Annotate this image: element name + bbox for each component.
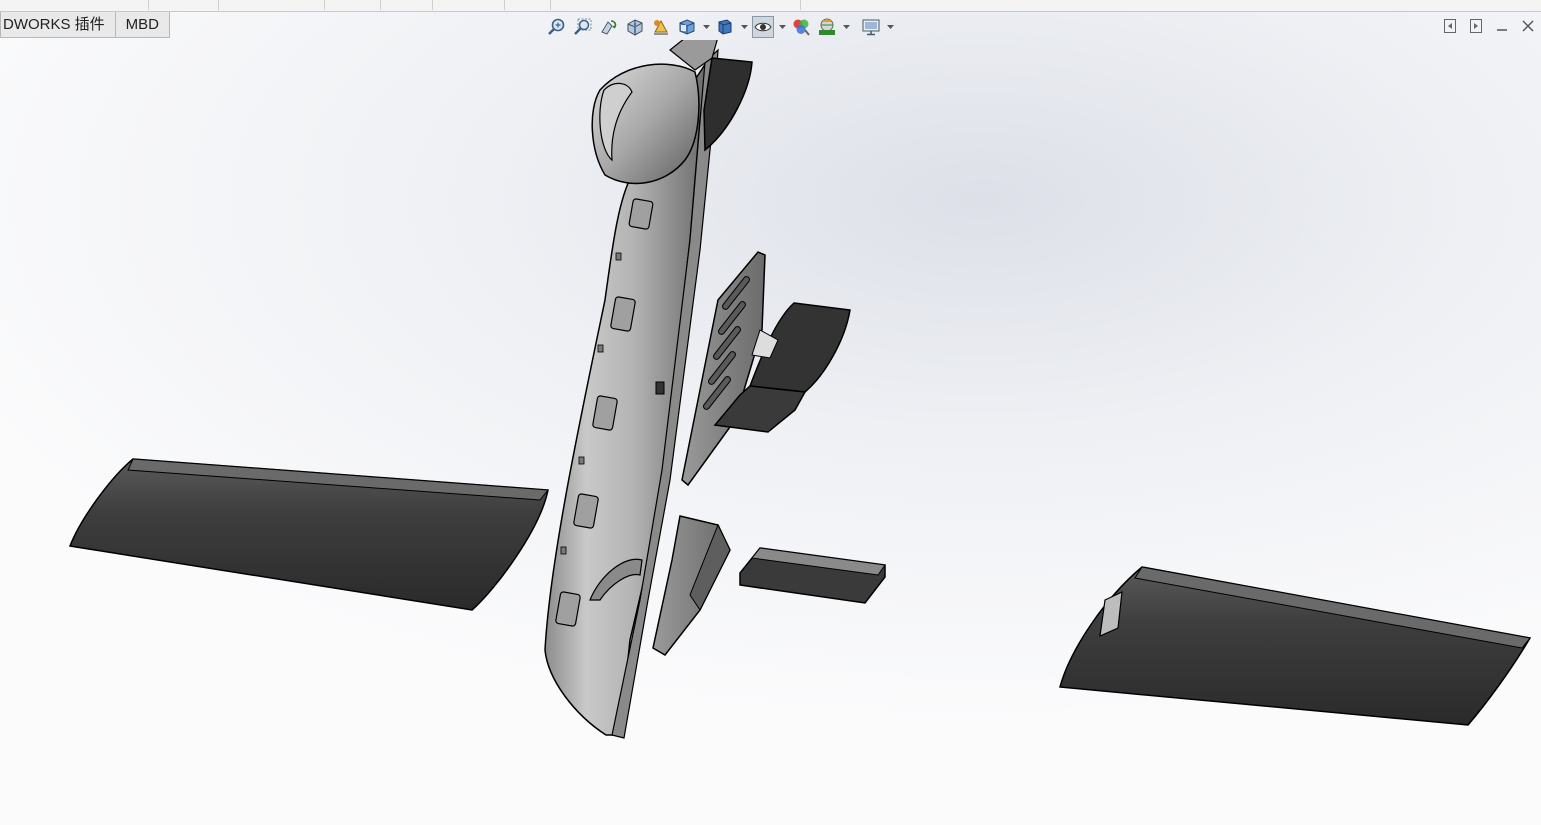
nose-cone[interactable] — [591, 40, 753, 185]
strip-divider — [218, 0, 219, 10]
tab-mbd[interactable]: MBD — [115, 12, 171, 38]
strip-divider — [800, 0, 801, 10]
chevron-down-icon[interactable] — [886, 16, 894, 38]
strip-divider — [504, 0, 505, 10]
chevron-down-icon[interactable] — [740, 16, 748, 38]
view-settings-icon[interactable] — [860, 16, 882, 38]
hide-show-items-icon[interactable] — [752, 16, 774, 38]
section-view-icon[interactable] — [624, 16, 646, 38]
strip-divider — [432, 0, 433, 10]
strip-divider — [324, 0, 325, 10]
chevron-down-icon[interactable] — [778, 16, 786, 38]
minimize-icon[interactable] — [1495, 18, 1509, 34]
right-wing[interactable] — [1059, 566, 1532, 726]
chevron-down-icon[interactable] — [842, 16, 850, 38]
close-icon[interactable] — [1521, 18, 1535, 34]
chevron-down-icon[interactable] — [702, 16, 710, 38]
window-controls — [1443, 18, 1535, 34]
heads-up-view-toolbar — [546, 15, 894, 39]
strip-divider — [550, 0, 551, 10]
zoom-to-fit-icon[interactable] — [546, 16, 568, 38]
strip-divider — [148, 0, 149, 10]
command-manager-tabs: DWORKS 插件 MBD — [0, 12, 171, 39]
restore-right-icon[interactable] — [1469, 18, 1483, 34]
restore-left-icon[interactable] — [1443, 18, 1457, 34]
previous-view-icon[interactable] — [598, 16, 620, 38]
left-wing[interactable] — [68, 458, 549, 611]
rudder[interactable] — [652, 515, 731, 656]
zoom-to-area-icon[interactable] — [572, 16, 594, 38]
graphics-area[interactable] — [0, 40, 1541, 825]
apply-scene-icon[interactable] — [816, 16, 838, 38]
display-style-icon[interactable] — [714, 16, 736, 38]
title-strip — [0, 0, 1541, 12]
dynamic-annotation-icon[interactable] — [650, 16, 672, 38]
edit-appearance-icon[interactable] — [790, 16, 812, 38]
battery-cover[interactable] — [739, 547, 886, 604]
tab-solidworks-addins[interactable]: DWORKS 插件 — [0, 12, 116, 38]
view-orientation-icon[interactable] — [676, 16, 698, 38]
strip-divider — [380, 0, 381, 10]
